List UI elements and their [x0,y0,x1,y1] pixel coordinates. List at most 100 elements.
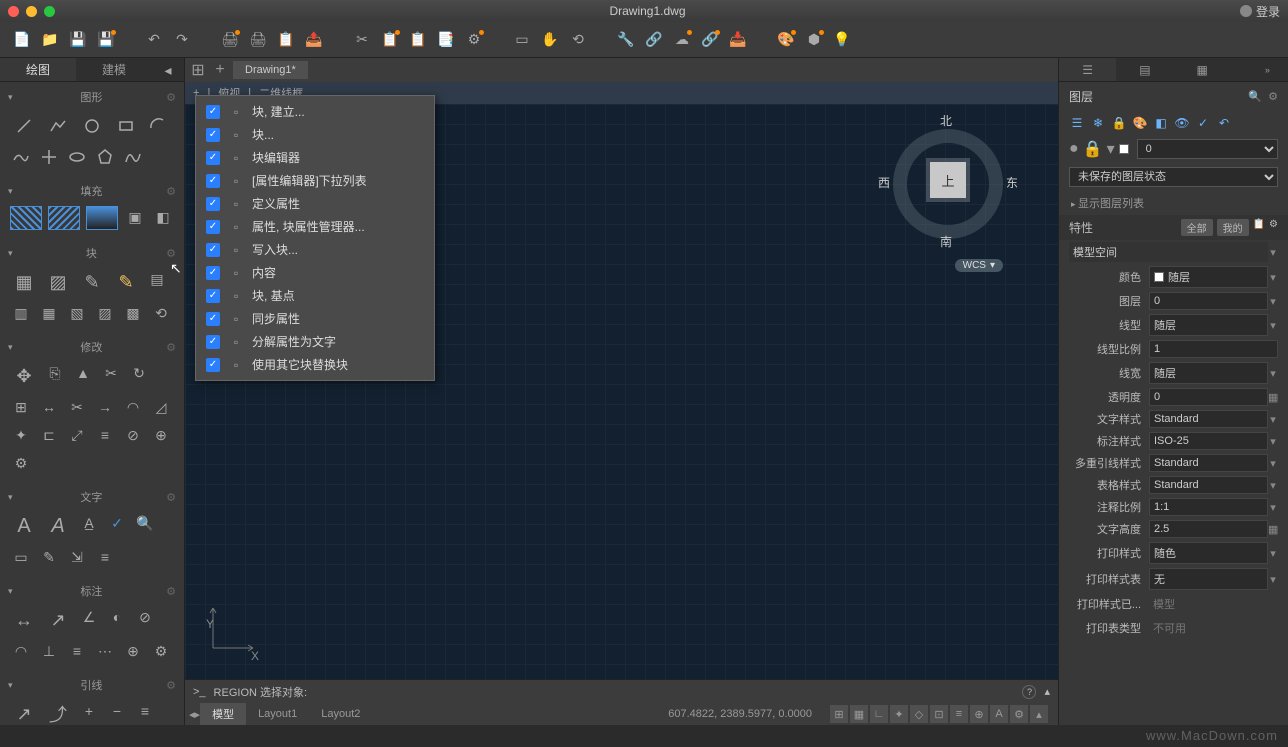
tab-draw[interactable]: 绘图 [0,58,76,81]
leader-align-icon[interactable]: ≡ [132,698,158,724]
mirror-tool-icon[interactable]: ▲ [70,360,96,386]
gear-icon[interactable]: ⚙ [166,91,176,104]
boundary-icon[interactable]: ▣ [122,204,148,230]
leader-remove-icon[interactable]: − [104,698,130,724]
save-icon[interactable]: 💾 [66,28,90,52]
dim-continue-icon[interactable]: ⋯ [92,638,118,664]
prop-value[interactable]: 0 [1149,292,1268,310]
attr-def-icon[interactable]: ▤ [144,266,170,292]
layer-iso-icon[interactable]: ◧ [1153,115,1169,131]
prop-value[interactable]: 0 [1149,388,1268,406]
make-block-icon[interactable]: ▨ [42,266,74,298]
viewcube-top[interactable]: 上 [930,162,966,198]
layer-color-swatch[interactable] [1119,144,1129,154]
gear-icon[interactable]: ⚙ [166,679,176,692]
arrow-up-icon[interactable]: ▴ [1030,705,1048,723]
layout2-tab[interactable]: Layout2 [309,705,372,723]
explode-icon[interactable]: ✦ [8,422,34,448]
minimize-window-icon[interactable] [26,6,37,17]
mtext-icon[interactable]: A [8,510,40,542]
prop-value[interactable]: 随层 [1149,362,1268,384]
leader-add-icon[interactable]: + [76,698,102,724]
layer-search-icon[interactable]: 🔍 [1248,90,1262,103]
new-file-icon[interactable]: 📄 [10,28,34,52]
materials-icon[interactable]: ⬢ [802,28,826,52]
layer-settings-icon[interactable]: ⚙ [1268,90,1278,103]
rotate-tool-icon[interactable]: ↻ [126,360,152,386]
dim-angular-icon[interactable]: ∠ [76,604,102,630]
prop-extra-icon[interactable]: ▦ [1268,523,1278,536]
layer-selector[interactable]: 0 [1137,139,1278,159]
batch-print-icon[interactable]: 📋 [274,28,298,52]
spline-tool-icon[interactable] [8,144,34,170]
props-settings-icon[interactable]: ⚙ [1269,219,1278,236]
layer-match-icon[interactable]: ✓ [1195,115,1211,131]
layer-state-icon[interactable]: ☰ [1069,115,1085,131]
chevron-left-icon[interactable]: ◂ [156,58,180,82]
break-icon[interactable]: ⊘ [120,422,146,448]
array-icon[interactable]: ⊞ [8,394,34,420]
orbit-icon[interactable]: ⟲ [566,28,590,52]
measure-icon[interactable]: ▭ [510,28,534,52]
gradient-tool-icon[interactable] [48,206,80,230]
dim-ord-icon[interactable]: ⊥ [36,638,62,664]
polygon-tool-icon[interactable] [92,144,118,170]
block-edit-icon[interactable]: ✎ [110,266,142,298]
tool-icon[interactable]: 🔧 [614,28,638,52]
fillet-icon[interactable]: ◠ [120,394,146,420]
save-all-icon[interactable]: 💾 [94,28,118,52]
gear-icon[interactable]: ⚙ [166,185,176,198]
viewcube-west[interactable]: 西 [878,174,890,191]
scale-icon[interactable]: ⤢ [64,422,90,448]
extend-icon[interactable]: → [92,394,118,420]
props-all-pill[interactable]: 全部 [1181,219,1213,236]
field-icon[interactable]: ▭ [8,544,34,570]
text-edit-icon[interactable]: ✎ [36,544,62,570]
move-tool-icon[interactable]: ✥ [8,360,40,392]
gear-icon[interactable]: ⚙ [166,341,176,354]
content-icon[interactable]: ▨ [92,300,118,326]
text-scale-icon[interactable]: ⇲ [64,544,90,570]
prop-value[interactable]: 随层 [1149,266,1268,288]
dim-style-icon[interactable]: ⚙ [148,638,174,664]
dim-baseline-icon[interactable]: ≡ [64,638,90,664]
polar-icon[interactable]: ✦ [890,705,908,723]
text-align-icon[interactable]: ≡ [92,544,118,570]
copy-icon[interactable]: 📋 [378,28,402,52]
spell-icon[interactable]: ✓ [104,510,130,536]
paste-icon[interactable]: 📋 [406,28,430,52]
find-icon[interactable]: 🔍 [132,510,158,536]
gear-icon[interactable]: ⚙ [166,585,176,598]
props-mine-pill[interactable]: 我的 [1217,219,1249,236]
dyn-input-icon[interactable]: ⊕ [970,705,988,723]
polyline-tool-icon[interactable] [42,110,74,142]
prop-value[interactable]: 随层 [1149,314,1268,336]
help-icon[interactable]: ? [1022,685,1036,699]
cut-icon[interactable]: ✂ [350,28,374,52]
dim-radius-icon[interactable]: ◐ [104,604,130,630]
xline-tool-icon[interactable] [36,144,62,170]
align-icon[interactable]: ≡ [92,422,118,448]
render-icon[interactable]: 🎨 [774,28,798,52]
dim-aligned-icon[interactable]: ↗ [42,604,74,636]
gear-icon[interactable]: ⚙ [166,247,176,260]
context-menu-item[interactable]: ✓▫写入块... [200,238,430,261]
stretch-icon[interactable]: ↔ [36,394,62,420]
lock-small-icon[interactable]: 🔒 [1083,139,1103,159]
dim-arc-icon[interactable]: ◠ [8,638,34,664]
open-folder-icon[interactable]: 📁 [38,28,62,52]
context-menu-item[interactable]: ✓▫属性, 块属性管理器... [200,215,430,238]
window-controls[interactable] [8,6,55,17]
context-menu-item[interactable]: ✓▫块, 基点 [200,284,430,307]
wcs-badge[interactable]: WCS▾ [955,259,1003,272]
layer-lock-icon[interactable]: 🔒 [1111,115,1127,131]
leader-icon[interactable]: ⤴ [42,698,74,725]
region-icon[interactable]: ◧ [150,204,176,230]
chamfer-icon[interactable]: ◿ [148,394,174,420]
base-icon[interactable]: ▩ [120,300,146,326]
circle-tool-icon[interactable] [76,110,108,142]
dim-linear-icon[interactable]: ↔ [8,604,40,636]
prop-value[interactable]: 2.5 [1149,520,1268,538]
viewcube-east[interactable]: 东 [1006,174,1018,191]
options-icon[interactable]: ⚙ [462,28,486,52]
